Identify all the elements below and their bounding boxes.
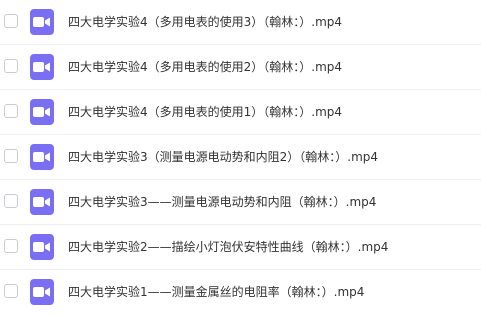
video-file-icon bbox=[30, 54, 54, 80]
video-file-icon bbox=[30, 189, 54, 215]
file-name[interactable]: 四大电学实验4（多用电表的使用2）（翰林：）.mp4 bbox=[68, 58, 342, 76]
file-list: 四大电学实验4（多用电表的使用3）（翰林：）.mp4 四大电学实验4（多用电表的… bbox=[0, 0, 481, 314]
file-name[interactable]: 四大电学实验4（多用电表的使用3）（翰林：）.mp4 bbox=[68, 13, 342, 31]
file-row[interactable]: 四大电学实验2——描绘小灯泡伏安特性曲线（翰林：）.mp4 bbox=[0, 225, 481, 270]
file-name[interactable]: 四大电学实验3（测量电源电动势和内阻2）（翰林：）.mp4 bbox=[68, 148, 378, 166]
row-checkbox[interactable] bbox=[4, 284, 18, 298]
file-name[interactable]: 四大电学实验2——描绘小灯泡伏安特性曲线（翰林：）.mp4 bbox=[68, 238, 388, 256]
row-checkbox[interactable] bbox=[4, 239, 18, 253]
video-file-icon bbox=[30, 99, 54, 125]
file-row[interactable]: 四大电学实验4（多用电表的使用3）（翰林：）.mp4 bbox=[0, 0, 481, 45]
row-checkbox[interactable] bbox=[4, 59, 18, 73]
video-file-icon bbox=[30, 234, 54, 260]
file-name[interactable]: 四大电学实验3——测量电源电动势和内阻（翰林：）.mp4 bbox=[68, 193, 376, 211]
file-row[interactable]: 四大电学实验1——测量金属丝的电阻率（翰林：）.mp4 bbox=[0, 270, 481, 315]
file-name[interactable]: 四大电学实验4（多用电表的使用1）（翰林：）.mp4 bbox=[68, 103, 342, 121]
video-file-icon bbox=[30, 144, 54, 170]
row-checkbox[interactable] bbox=[4, 194, 18, 208]
file-name[interactable]: 四大电学实验1——测量金属丝的电阻率（翰林：）.mp4 bbox=[68, 283, 364, 301]
file-row[interactable]: 四大电学实验4（多用电表的使用2）（翰林：）.mp4 bbox=[0, 45, 481, 90]
file-row[interactable]: 四大电学实验4（多用电表的使用1）（翰林：）.mp4 bbox=[0, 90, 481, 135]
video-file-icon bbox=[30, 279, 54, 305]
row-checkbox[interactable] bbox=[4, 14, 18, 28]
file-row[interactable]: 四大电学实验3——测量电源电动势和内阻（翰林：）.mp4 bbox=[0, 180, 481, 225]
video-file-icon bbox=[30, 9, 54, 35]
row-checkbox[interactable] bbox=[4, 104, 18, 118]
file-row[interactable]: 四大电学实验3（测量电源电动势和内阻2）（翰林：）.mp4 bbox=[0, 135, 481, 180]
row-checkbox[interactable] bbox=[4, 149, 18, 163]
